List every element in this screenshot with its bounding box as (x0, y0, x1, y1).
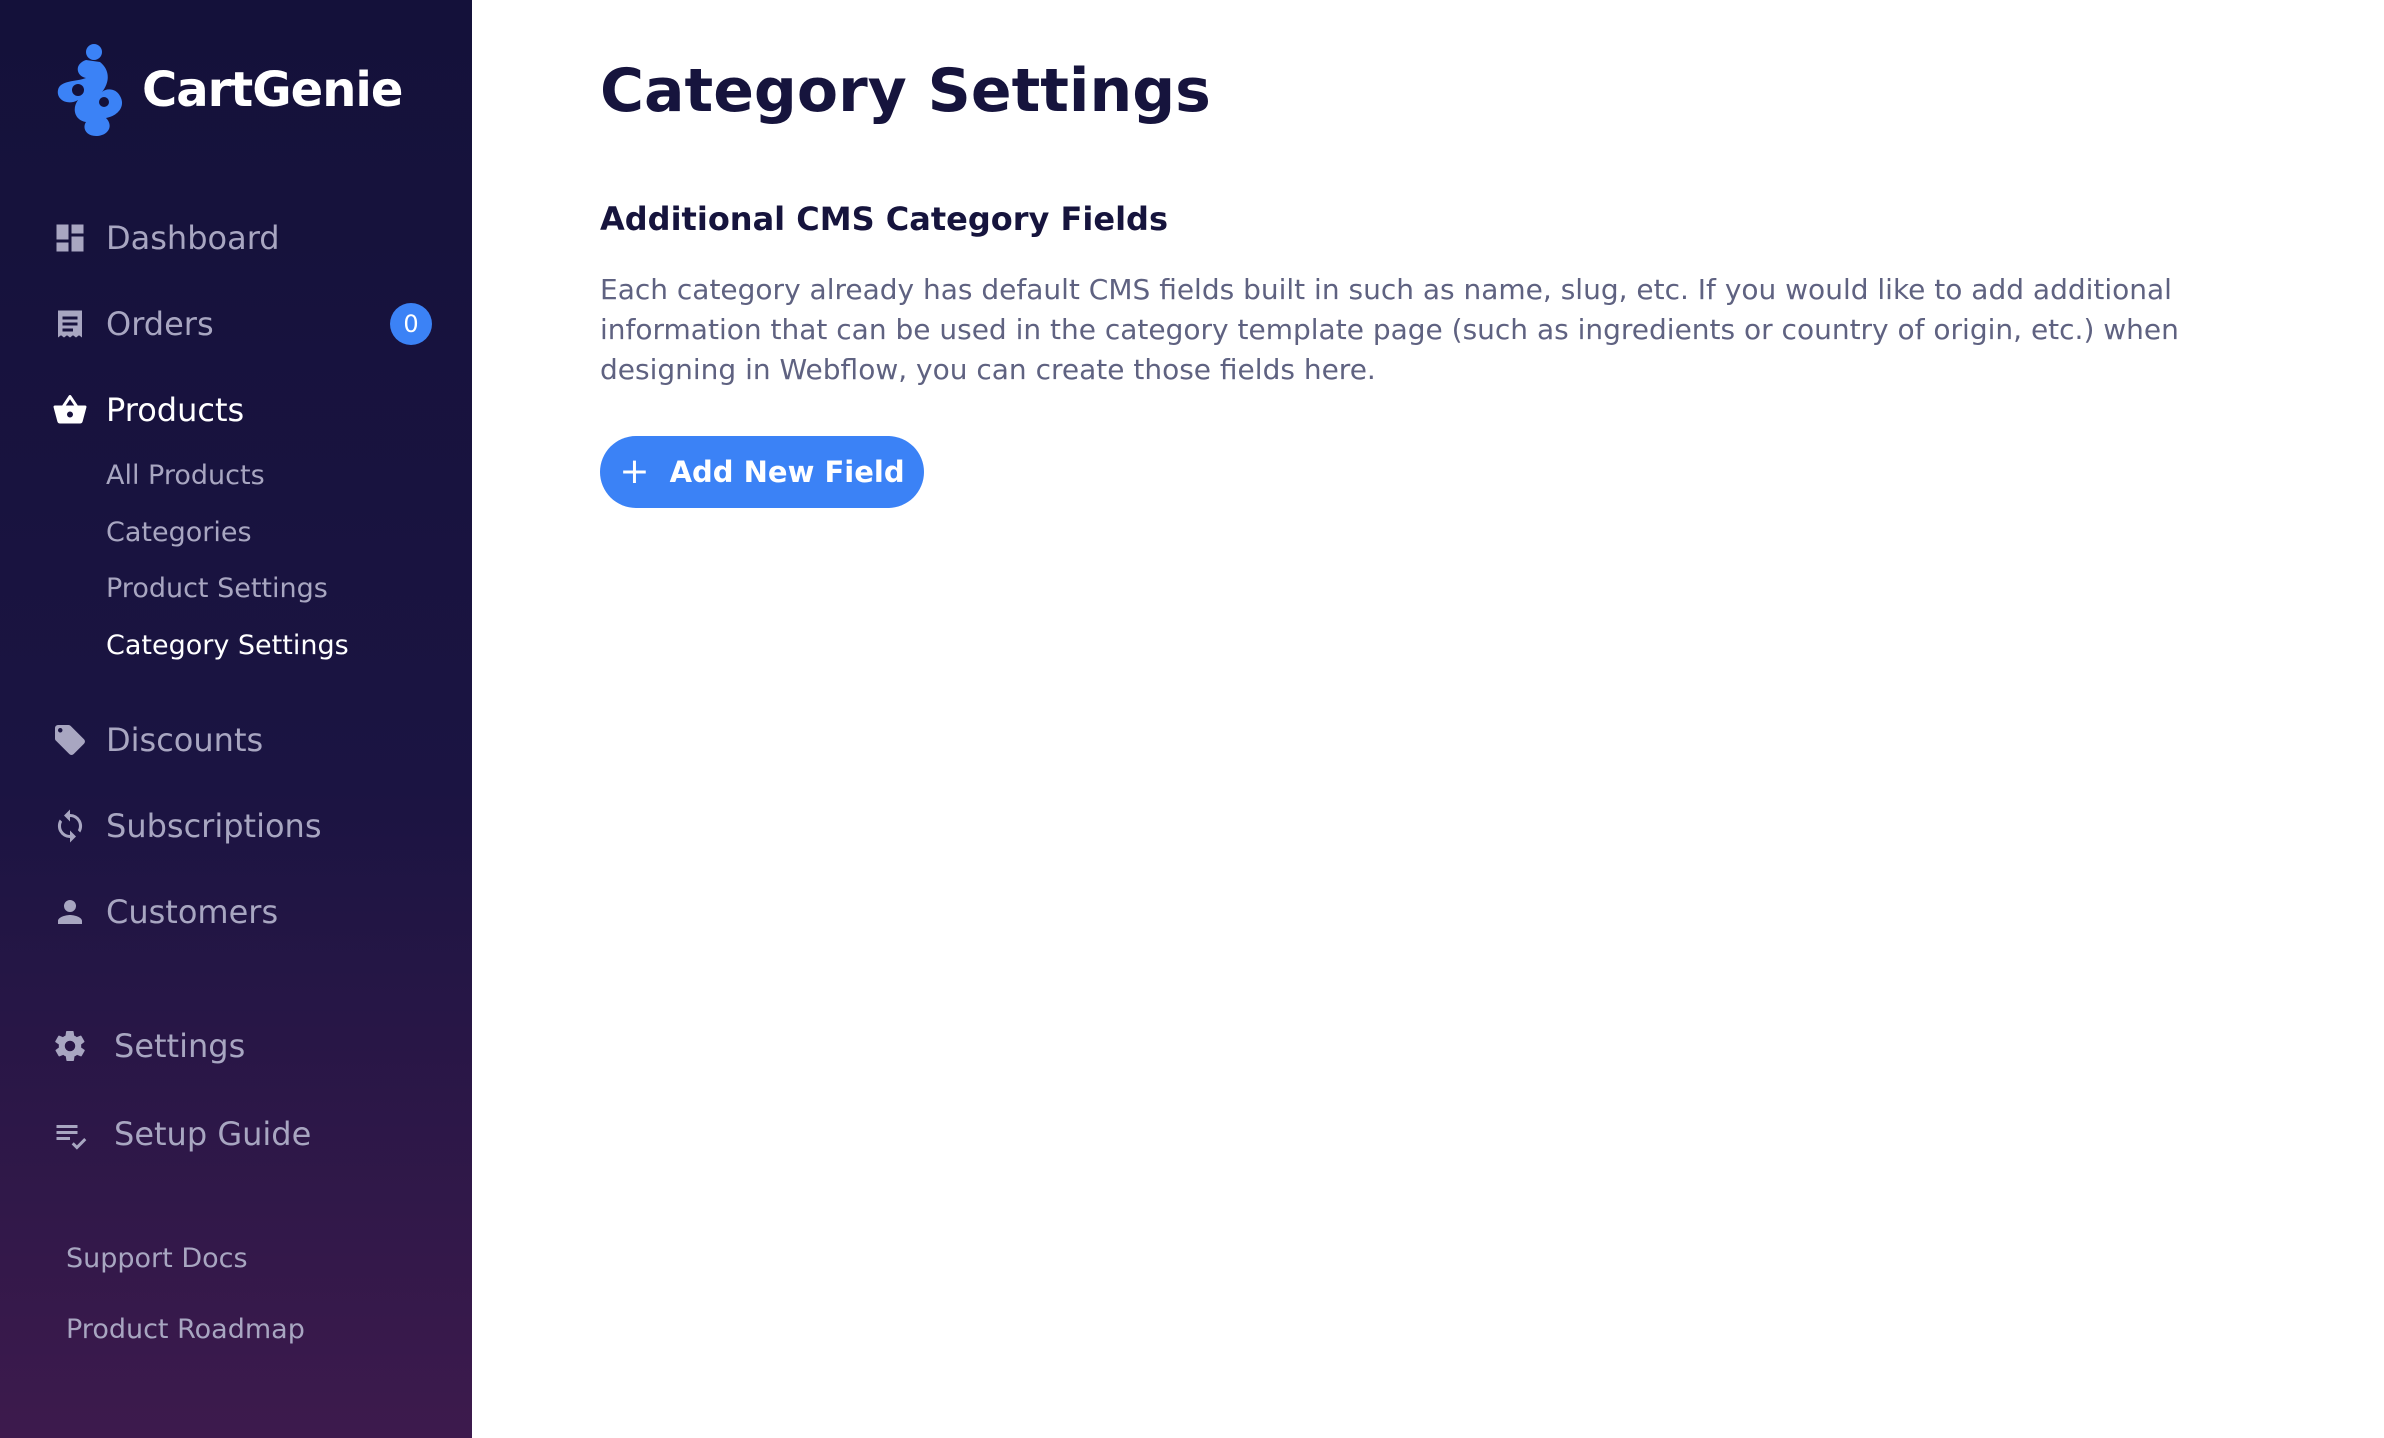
nav-item-discounts[interactable]: Discounts (52, 712, 448, 768)
genie-logo-icon (57, 44, 123, 136)
nav-item-customers[interactable]: Customers (52, 884, 448, 940)
checklist-icon (52, 1116, 88, 1152)
orders-icon (52, 306, 88, 342)
section-description: Each category already has default CMS fi… (600, 273, 2179, 386)
gear-icon (52, 1028, 88, 1064)
product-roadmap-link[interactable]: Product Roadmap (66, 1314, 305, 1345)
page-title: Category Settings (600, 56, 1211, 126)
nav-item-subscriptions[interactable]: Subscriptions (52, 798, 448, 854)
sidebar: CartGenie Dashboard Orders 0 Products Al… (0, 0, 472, 1438)
sync-icon (52, 808, 88, 844)
subnav-product-settings[interactable]: Product Settings (106, 573, 328, 604)
nav-label: Customers (106, 893, 279, 931)
nav-item-products[interactable]: Products (52, 382, 448, 438)
basket-icon (52, 392, 88, 428)
section-title: Additional CMS Category Fields (600, 200, 1168, 238)
subnav-all-products[interactable]: All Products (106, 460, 265, 491)
nav-label: Orders (106, 305, 214, 343)
person-icon (52, 894, 88, 930)
nav-label: Setup Guide (114, 1115, 312, 1153)
brand-logo[interactable]: CartGenie (56, 42, 403, 138)
nav-item-settings[interactable]: Settings (52, 1018, 448, 1074)
support-docs-link[interactable]: Support Docs (66, 1243, 248, 1274)
subnav-category-settings[interactable]: Category Settings (106, 630, 349, 661)
nav-label: Settings (114, 1027, 246, 1065)
nav-label: Subscriptions (106, 807, 322, 845)
add-new-field-label: Add New Field (669, 455, 905, 489)
nav-item-setup-guide[interactable]: Setup Guide (52, 1106, 448, 1162)
dashboard-icon (52, 220, 88, 256)
subnav-categories[interactable]: Categories (106, 517, 252, 548)
nav-label: Dashboard (106, 219, 280, 257)
nav-item-orders[interactable]: Orders 0 (52, 296, 448, 352)
orders-count-badge: 0 (390, 303, 432, 345)
nav-item-dashboard[interactable]: Dashboard (52, 210, 448, 266)
nav-label: Products (106, 391, 245, 429)
nav-label: Discounts (106, 721, 264, 759)
brand-name: CartGenie (142, 62, 403, 118)
tag-icon (52, 722, 88, 758)
add-new-field-button[interactable]: + Add New Field (600, 436, 924, 508)
plus-icon: + (619, 451, 650, 492)
